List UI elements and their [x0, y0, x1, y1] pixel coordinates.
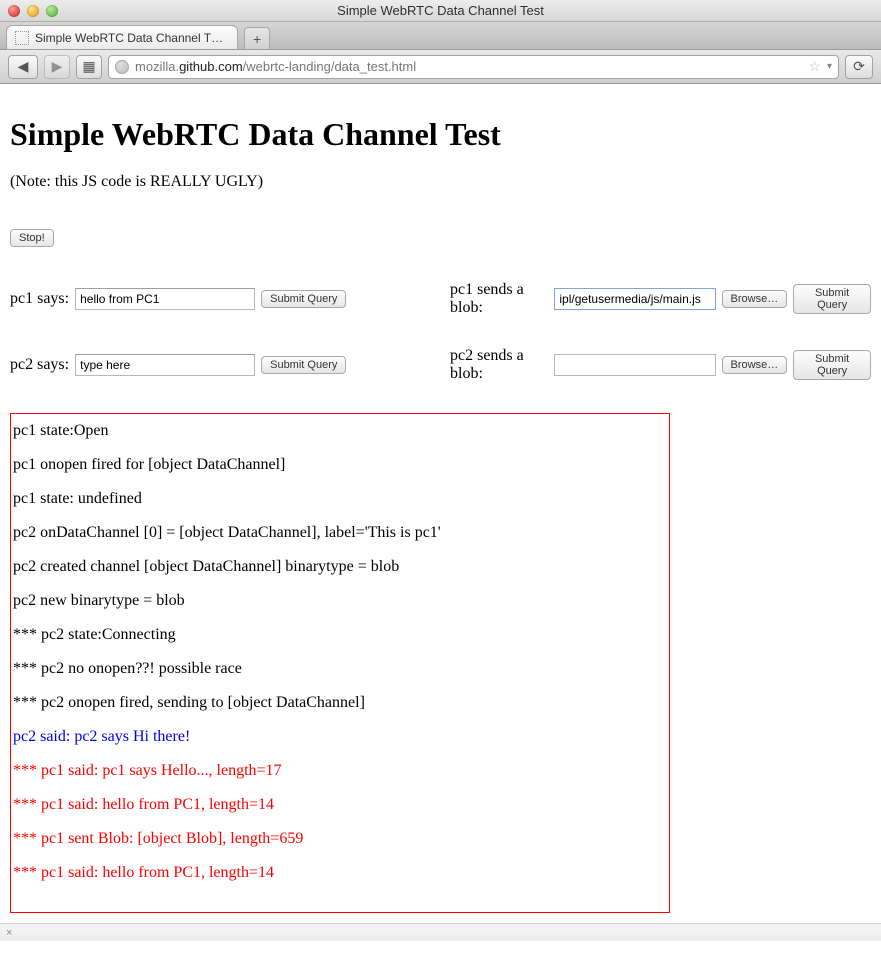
log-line: pc1 state:Open	[11, 414, 669, 448]
pc1-file-field[interactable]: ipl/getusermedia/js/main.js	[554, 288, 715, 310]
tab-title: Simple WebRTC Data Channel T…	[35, 31, 223, 45]
window-titlebar: Simple WebRTC Data Channel Test	[0, 0, 881, 22]
pc1-says-submit-button[interactable]: Submit Query	[261, 290, 346, 308]
tab-strip: Simple WebRTC Data Channel T… +	[0, 22, 881, 50]
forward-button[interactable]: ▶	[44, 55, 70, 79]
pc2-says-label: pc2 says:	[10, 356, 69, 374]
pc2-row: pc2 says: Submit Query pc2 sends a blob:…	[10, 347, 871, 383]
log-line: pc2 created channel [object DataChannel]…	[11, 550, 669, 584]
pc2-file-field[interactable]	[554, 354, 715, 376]
log-output[interactable]: pc1 state:Openpc1 onopen fired for [obje…	[10, 413, 670, 913]
log-line: *** pc2 no onopen??! possible race	[11, 652, 669, 686]
log-line: pc1 state: undefined	[11, 482, 669, 516]
url-bar[interactable]: mozilla.github.com/webrtc-landing/data_t…	[108, 55, 839, 79]
page-heading: Simple WebRTC Data Channel Test	[10, 116, 871, 153]
reload-icon: ⟳	[853, 58, 865, 75]
log-line: *** pc2 state:Connecting	[11, 618, 669, 652]
url-text: mozilla.github.com/webrtc-landing/data_t…	[135, 59, 802, 74]
status-bar: ×	[0, 923, 881, 941]
pc1-browse-button[interactable]: Browse…	[722, 290, 788, 308]
page-content: Simple WebRTC Data Channel Test (Note: t…	[0, 84, 881, 923]
log-line: pc2 onDataChannel [0] = [object DataChan…	[11, 516, 669, 550]
pc1-blob-submit-button[interactable]: Submit Query	[793, 284, 871, 314]
bookmark-star-icon[interactable]: ☆	[808, 58, 821, 75]
nav-toolbar: ◀ ▶ ▦ mozilla.github.com/webrtc-landing/…	[0, 50, 881, 84]
pc2-says-input[interactable]	[75, 354, 255, 376]
pc2-blob-submit-button[interactable]: Submit Query	[793, 350, 871, 380]
globe-icon	[115, 60, 129, 74]
grid-icon: ▦	[82, 58, 95, 75]
pc2-blob-label: pc2 sends a blob:	[450, 347, 548, 383]
statusbar-close-icon[interactable]: ×	[6, 927, 12, 939]
url-dropdown-icon[interactable]: ▾	[827, 61, 832, 72]
back-button[interactable]: ◀	[8, 55, 38, 79]
log-line: *** pc1 sent Blob: [object Blob], length…	[11, 822, 669, 856]
reload-button[interactable]: ⟳	[845, 55, 873, 79]
log-line: pc2 said: pc2 says Hi there!	[11, 720, 669, 754]
bookmarks-button[interactable]: ▦	[76, 55, 102, 79]
pc2-browse-button[interactable]: Browse…	[722, 356, 788, 374]
log-line: *** pc1 said: hello from PC1, length=14	[11, 856, 669, 890]
favicon-icon	[15, 31, 29, 45]
browser-tab[interactable]: Simple WebRTC Data Channel T…	[6, 25, 238, 49]
log-line: pc1 onopen fired for [object DataChannel…	[11, 448, 669, 482]
new-tab-button[interactable]: +	[244, 27, 270, 49]
pc1-blob-label: pc1 sends a blob:	[450, 281, 548, 317]
log-line: *** pc1 said: hello from PC1, length=14	[11, 788, 669, 822]
window-title: Simple WebRTC Data Channel Test	[0, 3, 881, 18]
back-icon: ◀	[18, 58, 29, 75]
log-line: pc2 new binarytype = blob	[11, 584, 669, 618]
pc1-row: pc1 says: Submit Query pc1 sends a blob:…	[10, 281, 871, 317]
stop-button[interactable]: Stop!	[10, 229, 54, 247]
forward-icon: ▶	[52, 58, 63, 75]
note-text: (Note: this JS code is REALLY UGLY)	[10, 173, 871, 191]
log-line: *** pc2 onopen fired, sending to [object…	[11, 686, 669, 720]
plus-icon: +	[253, 31, 261, 47]
pc2-says-submit-button[interactable]: Submit Query	[261, 356, 346, 374]
pc1-says-input[interactable]	[75, 288, 255, 310]
log-line: *** pc1 said: pc1 says Hello..., length=…	[11, 754, 669, 788]
pc1-says-label: pc1 says:	[10, 290, 69, 308]
